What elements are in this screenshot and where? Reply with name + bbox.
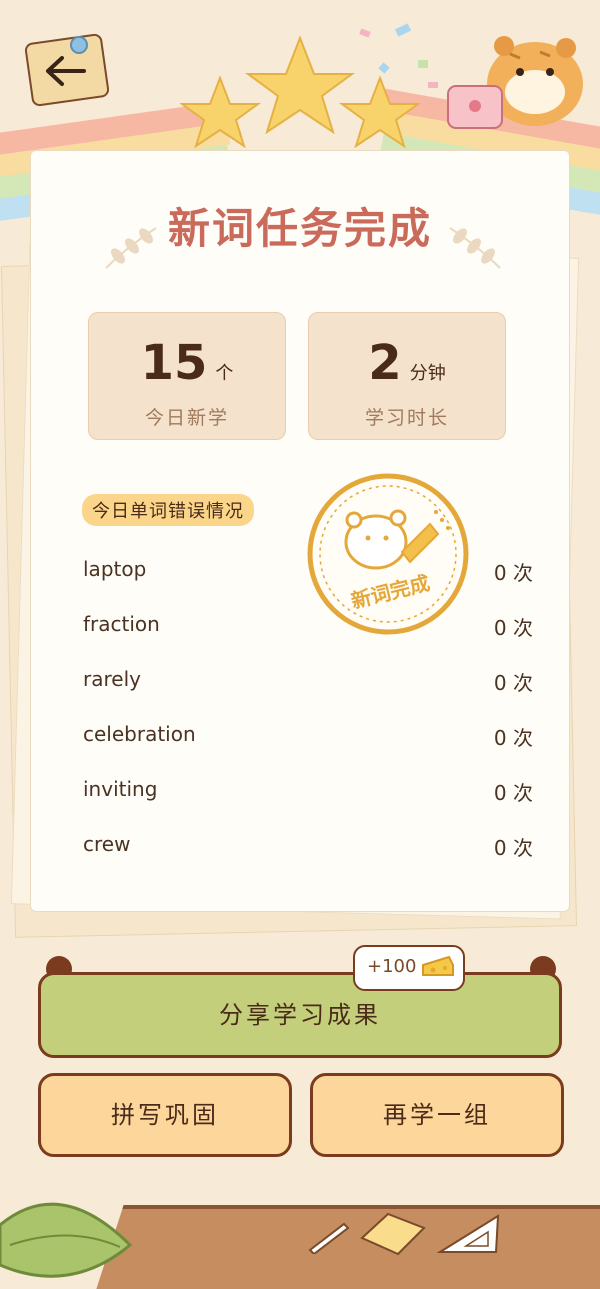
error-count: 0 次 — [493, 616, 533, 640]
word-row: crew 0 次 — [83, 832, 533, 862]
stat-unit: 分钟 — [409, 363, 446, 384]
stars-icon — [180, 35, 420, 149]
error-count: 0 次 — [493, 781, 533, 805]
errors-section-label: 今日单词错误情况 — [82, 494, 254, 526]
cheese-icon — [422, 955, 454, 976]
word-row: rarely 0 次 — [83, 667, 533, 697]
stat-value: 2 — [368, 335, 402, 391]
word-text: laptop — [83, 557, 147, 581]
stat-new-words: 15 个 今日新学 — [88, 312, 286, 440]
word-text: fraction — [83, 612, 160, 636]
word-text: rarely — [83, 667, 141, 691]
page-title: 新词任务完成 — [167, 204, 432, 253]
reward-badge-text: +100 — [367, 956, 417, 977]
stat-unit: 个 — [215, 363, 234, 384]
word-text: inviting — [83, 777, 158, 801]
word-row: celebration 0 次 — [83, 722, 533, 752]
study-again-button[interactable]: 再学一组 — [310, 1073, 564, 1157]
stat-study-time: 2 分钟 学习时长 — [308, 312, 506, 440]
spelling-review-button[interactable]: 拼写巩固 — [38, 1073, 292, 1157]
stat-label: 学习时长 — [364, 407, 449, 429]
error-count: 0 次 — [493, 726, 533, 750]
word-row: fraction 0 次 — [83, 612, 533, 642]
cheese-block-icon — [360, 1212, 426, 1256]
pin-icon — [70, 36, 88, 54]
stat-label: 今日新学 — [144, 407, 229, 429]
ruler-icon — [436, 1214, 500, 1253]
leaf-icon — [0, 1202, 133, 1278]
hamster-mascot-icon — [447, 36, 583, 129]
share-result-button[interactable]: 分享学习成果 — [38, 972, 562, 1058]
word-text: celebration — [83, 722, 196, 746]
word-text: crew — [83, 832, 131, 856]
stat-value: 15 — [140, 335, 208, 391]
error-count: 0 次 — [493, 836, 533, 860]
error-count: 0 次 — [493, 671, 533, 695]
word-row: inviting 0 次 — [83, 777, 533, 807]
word-row: laptop 0 次 — [83, 557, 533, 587]
error-count: 0 次 — [493, 561, 533, 585]
reward-badge: +100 — [353, 945, 465, 991]
back-arrow-icon — [46, 56, 86, 86]
pencil-icon — [308, 1222, 350, 1254]
